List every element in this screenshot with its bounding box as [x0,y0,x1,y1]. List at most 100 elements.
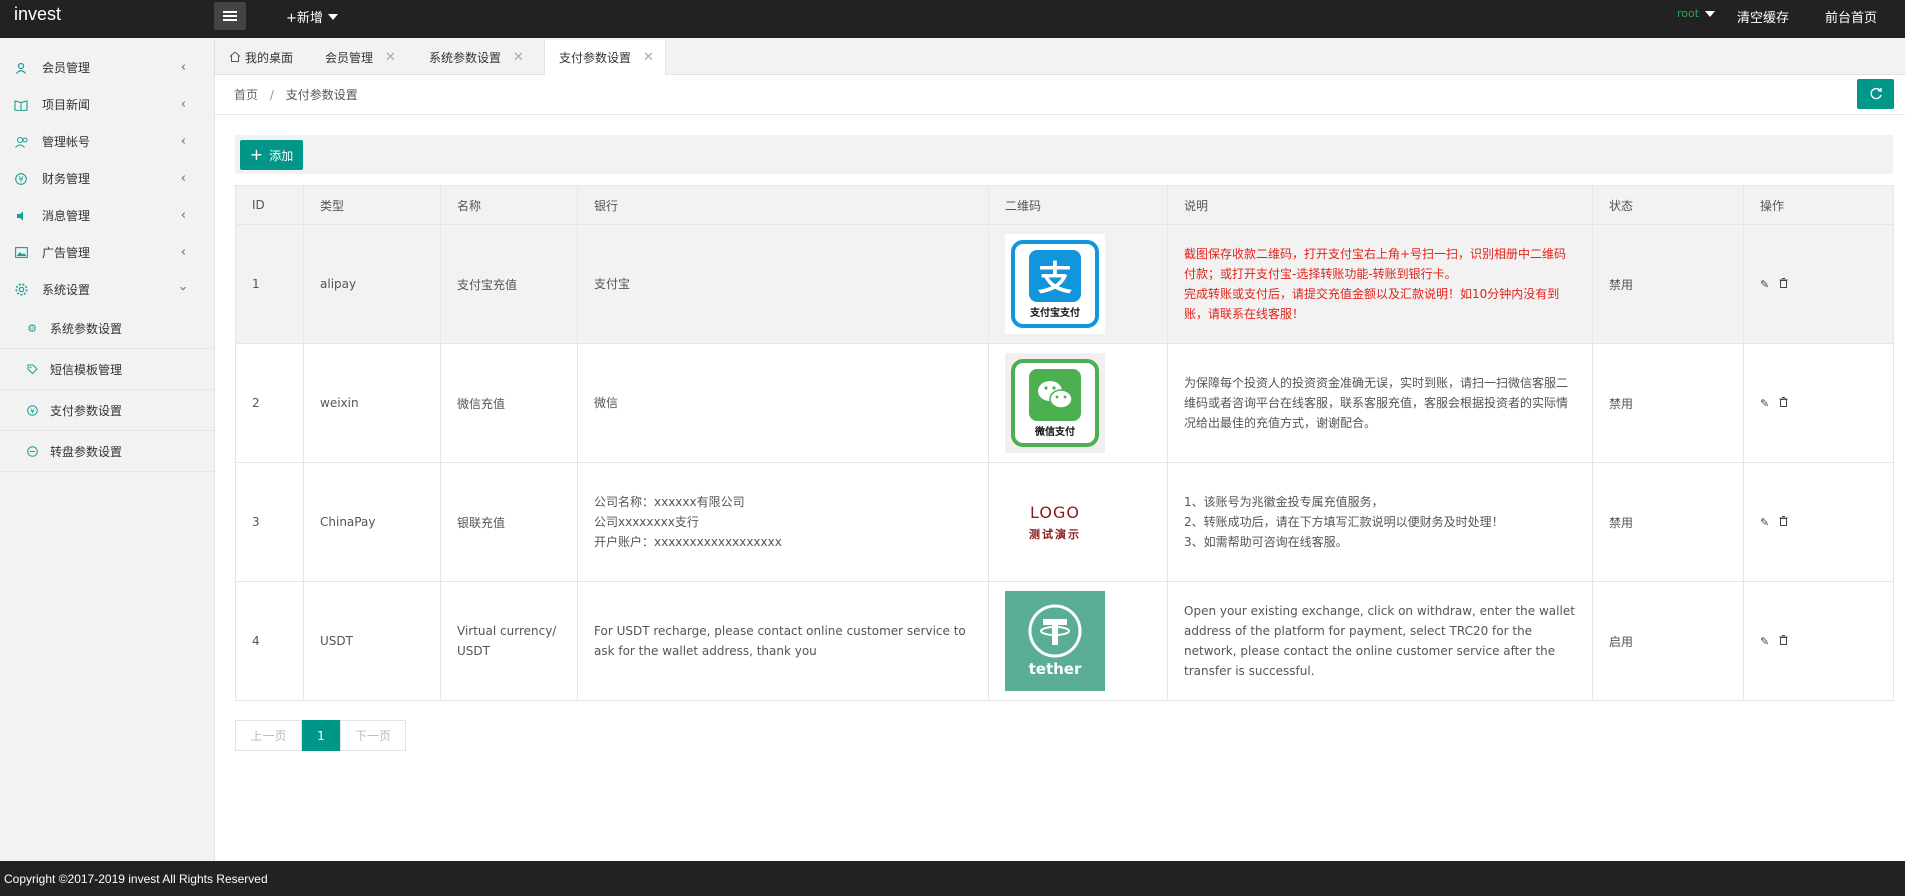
sidebar-item-label: 广告管理 [42,246,91,260]
cell-id: 2 [235,343,304,463]
tab-my-desktop[interactable]: 我的桌面 [215,40,311,75]
close-icon[interactable]: ✕ [385,50,396,65]
cell-name: 银联充值 [440,462,578,582]
cell-name: Virtual currency/USDT [440,581,578,701]
payment-table: ID 类型 名称 银行 二维码 说明 状态 操作 1 alipay 支付宝充值 … [235,185,1894,701]
tab-label: 会员管理 [325,51,374,65]
tab-system-params[interactable]: 系统参数设置 ✕ [415,40,544,75]
chevron-down-icon: ‹ [175,285,191,292]
svg-text:¥: ¥ [18,175,23,184]
book-icon [14,98,28,112]
tag-icon [26,364,38,375]
cell-status: 启用 [1592,581,1744,701]
yen-icon: ¥ [14,172,28,186]
trash-icon[interactable] [1779,277,1788,291]
sidebar-item-messages[interactable]: 消息管理 ‹ [0,197,214,234]
sidebar-item-news[interactable]: 项目新闻 ‹ [0,86,214,123]
tether-logo-icon [1028,604,1082,658]
edit-icon[interactable]: ✎ [1760,635,1769,648]
trash-icon[interactable] [1779,396,1788,410]
prev-page-button[interactable]: 上一页 [235,720,302,751]
sidebar-item-ads[interactable]: 广告管理 ‹ [0,234,214,271]
logo-placeholder-image: LOGO 测试演示 [1005,472,1105,572]
cell-type: USDT [303,581,441,701]
wechat-logo-icon [1029,368,1081,421]
image-icon [14,246,28,260]
breadcrumb-current: 支付参数设置 [285,88,358,102]
cell-bank: For USDT recharge, please contact online… [577,581,989,701]
divider [215,114,1905,115]
page-number-button[interactable]: 1 [302,720,340,751]
caret-down-icon [327,13,338,20]
column-header-qrcode: 二维码 [988,185,1168,225]
cell-actions: ✎ [1743,343,1894,463]
description-line: 完成转账或支付后，请提交充值金额以及汇款说明！如10分钟内没有到账，请联系在线客… [1184,287,1560,321]
sidebar: 会员管理 ‹ 项目新闻 ‹ 管理帐号 ‹ ¥ 财务管理 ‹ 消息管理 ‹ 广告管… [0,38,215,861]
table-row: 1 alipay 支付宝充值 支付宝 支 支付宝支付 截图保存收款二维码，打开支… [235,224,1894,344]
tab-payment-params[interactable]: 支付参数设置 ✕ [544,40,666,75]
edit-icon[interactable]: ✎ [1760,397,1769,410]
refresh-icon [1870,87,1882,100]
cell-actions: ✎ [1743,581,1894,701]
chevron-left-icon: ‹ [180,97,186,112]
chevron-left-icon: ‹ [180,134,186,149]
trash-icon[interactable] [1779,515,1788,529]
bank-line: 微信 [594,396,619,410]
sidebar-item-label: 消息管理 [42,209,91,223]
username: root [1677,7,1700,20]
chevron-left-icon: ‹ [180,245,186,260]
sidebar-subitem-system-params[interactable]: ⚙ 系统参数设置 [0,308,214,349]
edit-icon[interactable]: ✎ [1760,516,1769,529]
bank-line: 公司xxxxxxxx支行 [594,515,699,529]
user-menu[interactable]: root [1677,7,1716,20]
sidebar-item-label: 项目新闻 [42,98,91,112]
trash-icon[interactable] [1779,634,1788,648]
tab-members[interactable]: 会员管理 ✕ [311,40,415,75]
cell-id: 1 [235,224,304,344]
sidebar-item-admin-accounts[interactable]: 管理帐号 ‹ [0,123,214,160]
front-home-link[interactable]: 前台首页 [1825,7,1877,26]
logo-subtitle: 测试演示 [1029,527,1081,541]
description-line: 3、如需帮助可咨询在线客服。 [1184,535,1348,549]
sidebar-subitem-wheel-params[interactable]: 转盘参数设置 [0,431,214,472]
sidebar-subitem-label: 支付参数设置 [50,403,123,418]
cell-qrcode: 支 支付宝支付 [988,224,1168,344]
alipay-logo-icon: 支 [1029,249,1081,302]
breadcrumb-separator: / [269,88,274,102]
next-page-button[interactable]: 下一页 [340,720,406,751]
sidebar-item-label: 管理帐号 [42,135,91,149]
chevron-left-icon: ‹ [180,171,186,186]
sidebar-item-members[interactable]: 会员管理 ‹ [0,49,214,86]
cell-description: Open your existing exchange, click on wi… [1167,581,1593,701]
gear-icon [14,283,28,297]
bank-line: For USDT recharge, please contact online… [594,624,966,658]
sidebar-subitem-payment-params[interactable]: ¥ 支付参数设置 [0,390,214,431]
cell-status: 禁用 [1592,224,1744,344]
sidebar-item-system-settings[interactable]: 系统设置 ‹ [0,271,214,308]
table-row: 3 ChinaPay 银联充值 公司名称：xxxxxx有限公司 公司xxxxxx… [235,462,1894,582]
sidebar-subitem-sms-templates[interactable]: 短信模板管理 [0,349,214,390]
add-button[interactable]: + 添加 [240,140,303,170]
tab-label: 系统参数设置 [429,51,502,65]
wechat-qr-image: 微信支付 [1005,353,1105,453]
description-line: 截图保存收款二维码，打开支付宝右上角+号扫一扫，识别相册中二维码付款；或打开支付… [1184,247,1567,281]
hamburger-icon [223,11,237,21]
edit-icon[interactable]: ✎ [1760,278,1769,291]
refresh-button[interactable] [1857,79,1894,109]
cell-qrcode: LOGO 测试演示 [988,462,1168,582]
sidebar-subitem-label: 短信模板管理 [50,362,123,377]
clear-cache-link[interactable]: 清空缓存 [1737,7,1789,26]
new-menu-dropdown[interactable]: +新增 [286,7,338,26]
home-icon [229,50,241,65]
qr-label: 微信支付 [1035,426,1075,438]
tab-label: 支付参数设置 [559,51,632,65]
cell-id: 4 [235,581,304,701]
breadcrumb-home[interactable]: 首页 [234,88,258,102]
close-icon[interactable]: ✕ [643,50,654,65]
table-row: 4 USDT Virtual currency/USDT For USDT re… [235,581,1894,701]
column-header-actions: 操作 [1743,185,1894,225]
cell-type: alipay [303,224,441,344]
close-icon[interactable]: ✕ [513,50,524,65]
menu-toggle-button[interactable] [214,2,246,30]
sidebar-item-finance[interactable]: ¥ 财务管理 ‹ [0,160,214,197]
